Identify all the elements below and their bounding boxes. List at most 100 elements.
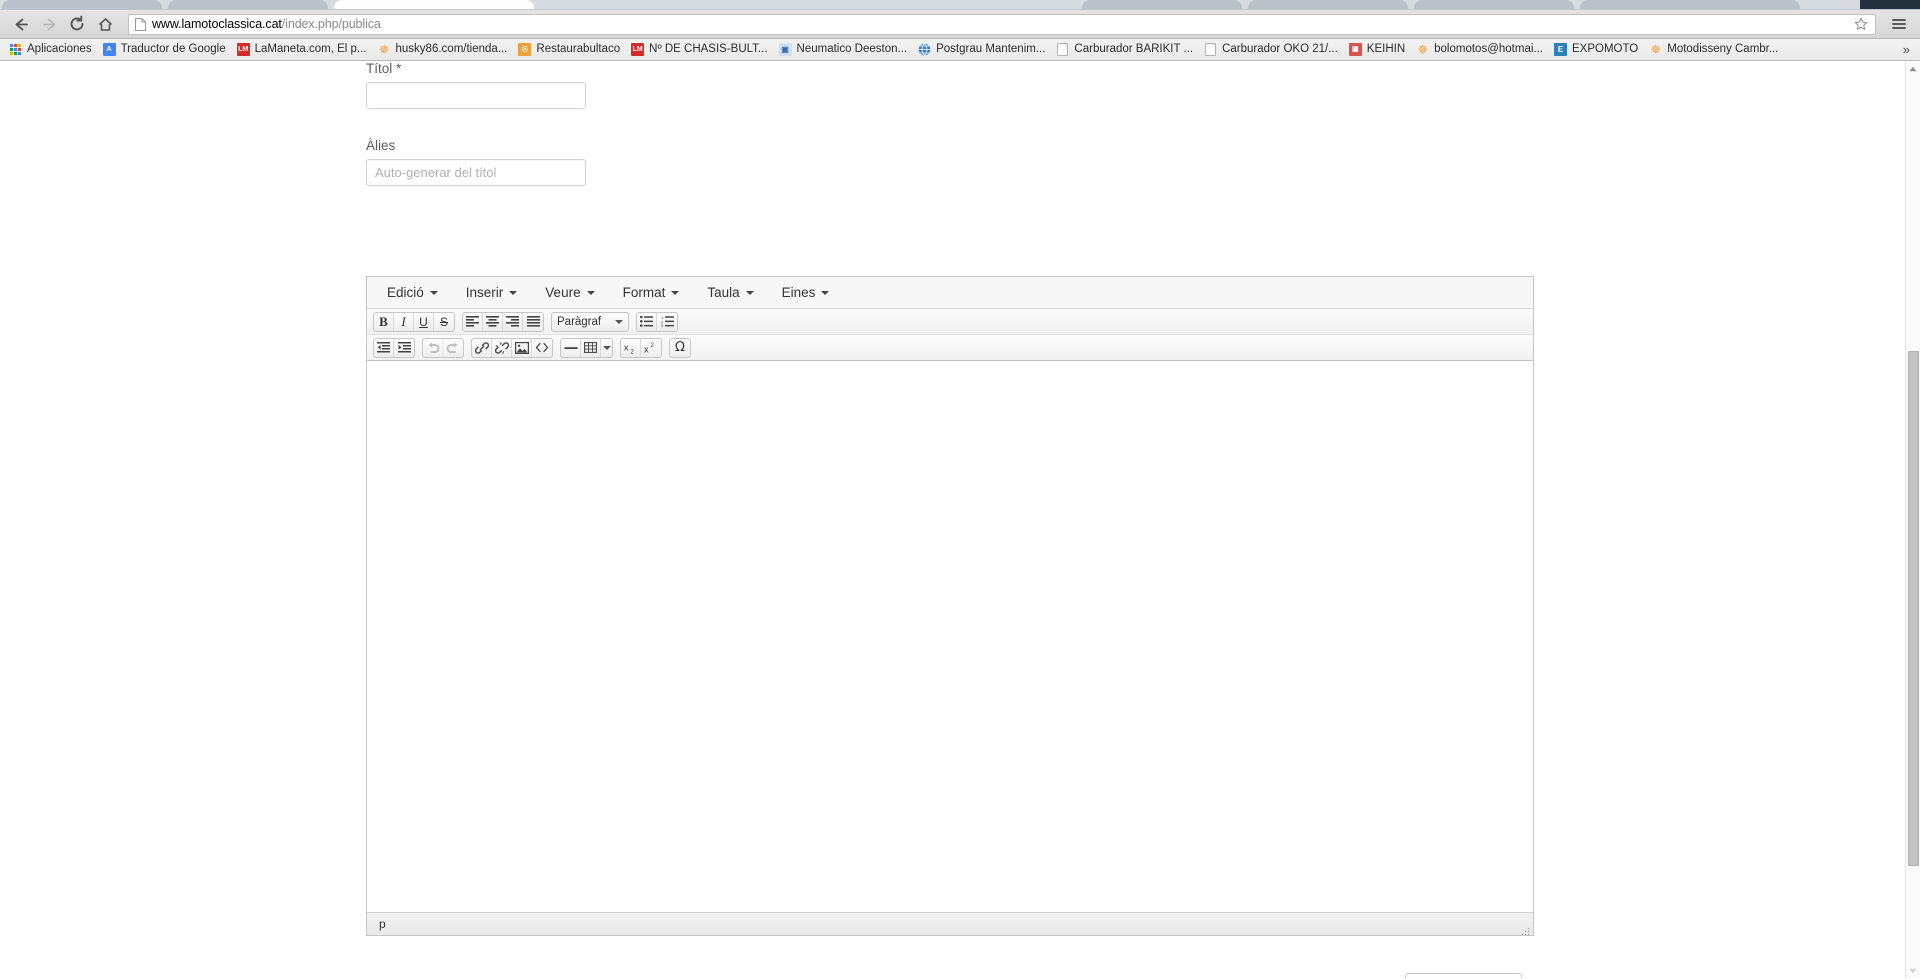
- chevron-down-icon: [586, 290, 595, 295]
- italic-label: I: [401, 314, 406, 329]
- bold-label: B: [379, 314, 388, 329]
- browser-tab[interactable]: [1580, 0, 1800, 9]
- menu-edicio[interactable]: Edició: [377, 281, 448, 305]
- chevron-down-icon: [615, 319, 623, 324]
- bookmarks-overflow-button[interactable]: »: [1897, 42, 1916, 57]
- bookmark-item[interactable]: Carburador BARIKIT ...: [1051, 41, 1198, 59]
- bookmark-label: Carburador BARIKIT ...: [1074, 43, 1194, 55]
- browser-menu-button[interactable]: [1886, 11, 1912, 37]
- editor-content-area[interactable]: [367, 361, 1533, 913]
- align-justify-button[interactable]: [523, 313, 543, 331]
- title-field-group: Títol *: [366, 61, 586, 109]
- page-scrollbar[interactable]: [1905, 61, 1920, 978]
- svg-text:x: x: [624, 342, 629, 352]
- bookmark-label: KEIHIN: [1366, 43, 1406, 55]
- insert-image-button[interactable]: [512, 338, 532, 357]
- strikethrough-button[interactable]: S: [434, 313, 454, 331]
- alias-input[interactable]: [366, 159, 586, 186]
- table-dropdown-button[interactable]: [601, 339, 612, 357]
- outdent-button[interactable]: [374, 338, 394, 357]
- home-button[interactable]: [92, 11, 118, 37]
- table-button[interactable]: [581, 338, 601, 357]
- menu-veure[interactable]: Veure: [535, 281, 604, 305]
- bookmark-label: Nº DE CHASIS-BULT...: [649, 43, 768, 55]
- switch-editor-button[interactable]: Canviar d'editor: [1405, 973, 1523, 978]
- scrollbar-down-arrow[interactable]: [1906, 963, 1920, 978]
- undo-button[interactable]: [423, 338, 443, 357]
- source-code-icon: [535, 342, 549, 353]
- bookmark-item[interactable]: Carburador OKO 21/...: [1199, 41, 1343, 59]
- bookmark-item[interactable]: E EXPOMOTO: [1549, 41, 1643, 59]
- title-input[interactable]: [366, 82, 586, 109]
- bookmark-label: Aplicaciones: [27, 43, 92, 55]
- align-left-button[interactable]: [463, 312, 483, 331]
- browser-tab[interactable]: [168, 0, 328, 9]
- tab-strip[interactable]: [0, 0, 1920, 10]
- editor-element-path[interactable]: p: [379, 917, 386, 931]
- numbered-list-button[interactable]: 123: [657, 313, 677, 331]
- superscript-button[interactable]: x2: [641, 339, 661, 357]
- bookmark-item[interactable]: ✵ husky86.com/tienda...: [373, 41, 513, 59]
- menu-eines[interactable]: Eines: [772, 281, 840, 305]
- browser-tab[interactable]: [2, 0, 162, 9]
- bookmark-item[interactable]: ▣ Neumatico Deeston...: [774, 41, 913, 59]
- bookmark-item[interactable]: Postgrau Mantenim...: [913, 41, 1050, 59]
- underline-button[interactable]: U: [414, 312, 434, 331]
- indent-button[interactable]: [394, 339, 414, 357]
- align-center-button[interactable]: [483, 312, 503, 331]
- chevron-down-icon: [745, 290, 754, 295]
- menu-taula-label: Taula: [707, 284, 740, 300]
- browser-tab[interactable]: [1414, 0, 1574, 9]
- bullet-list-button[interactable]: [637, 312, 657, 331]
- address-bar[interactable]: www.lamotoclassica.cat/index.php/publica: [128, 13, 1876, 35]
- subscript-button[interactable]: x2: [621, 338, 641, 357]
- unlink-icon: [494, 341, 509, 354]
- redo-button[interactable]: [443, 339, 463, 357]
- subscript-icon: x2: [624, 342, 635, 354]
- strikethrough-label: S: [439, 314, 448, 329]
- bookmark-item[interactable]: ☉ Restaurabultaco: [513, 41, 625, 59]
- scrollbar-up-arrow[interactable]: [1906, 61, 1920, 76]
- bookmark-label: Traductor de Google: [120, 43, 226, 55]
- browser-tab-active[interactable]: [334, 0, 534, 9]
- bookmark-item[interactable]: LM Nº DE CHASIS-BULT...: [626, 41, 772, 59]
- reload-button[interactable]: [64, 11, 90, 37]
- back-button[interactable]: [8, 11, 34, 37]
- undo-icon: [428, 342, 439, 353]
- menu-format[interactable]: Format: [613, 281, 690, 305]
- source-code-button[interactable]: [532, 339, 552, 357]
- unlink-button[interactable]: [492, 338, 512, 357]
- bookmark-item[interactable]: Aplicaciones: [4, 41, 97, 59]
- bookmark-star-icon[interactable]: [1851, 14, 1871, 34]
- browser-tab[interactable]: [1248, 0, 1408, 9]
- resize-grip-icon[interactable]: [1521, 923, 1530, 936]
- omega-icon: Ω: [675, 340, 685, 355]
- address-bar-url[interactable]: www.lamotoclassica.cat/index.php/publica: [152, 17, 1851, 31]
- bookmark-item[interactable]: ✵ Motodisseny Cambr...: [1644, 41, 1783, 59]
- bookmark-label: bolomotos@hotmai...: [1434, 43, 1543, 55]
- format-select-value: Paràgraf: [557, 315, 602, 328]
- forward-button[interactable]: [36, 11, 62, 37]
- bookmark-label: Neumatico Deeston...: [796, 43, 908, 55]
- bookmark-item[interactable]: ✵ bolomotos@hotmai...: [1411, 41, 1548, 59]
- bold-button[interactable]: B: [374, 312, 394, 331]
- bookmark-item[interactable]: LM LaManeta.com, El p...: [232, 41, 372, 59]
- bookmark-item[interactable]: A Traductor de Google: [98, 41, 231, 59]
- align-right-button[interactable]: [503, 312, 523, 331]
- bookmarks-bar: Aplicaciones A Traductor de Google LM LaMane…: [0, 39, 1920, 61]
- text-style-group: B I U S: [373, 311, 455, 332]
- link-button[interactable]: [472, 338, 492, 357]
- format-select[interactable]: Paràgraf: [551, 311, 629, 332]
- page-document-icon: [135, 17, 146, 31]
- scrollbar-thumb[interactable]: [1908, 351, 1919, 866]
- menu-inserir[interactable]: Inserir: [456, 281, 528, 305]
- bookmark-item[interactable]: ▦ KEIHIN: [1344, 41, 1410, 59]
- align-center-icon: [486, 316, 499, 327]
- special-character-button[interactable]: Ω: [670, 339, 690, 357]
- browser-tab[interactable]: [1082, 0, 1242, 9]
- menu-taula[interactable]: Taula: [697, 281, 763, 305]
- italic-button[interactable]: I: [394, 312, 414, 331]
- title-field-label: Títol *: [366, 61, 402, 76]
- redo-icon: [446, 342, 458, 353]
- horizontal-rule-button[interactable]: [561, 338, 581, 357]
